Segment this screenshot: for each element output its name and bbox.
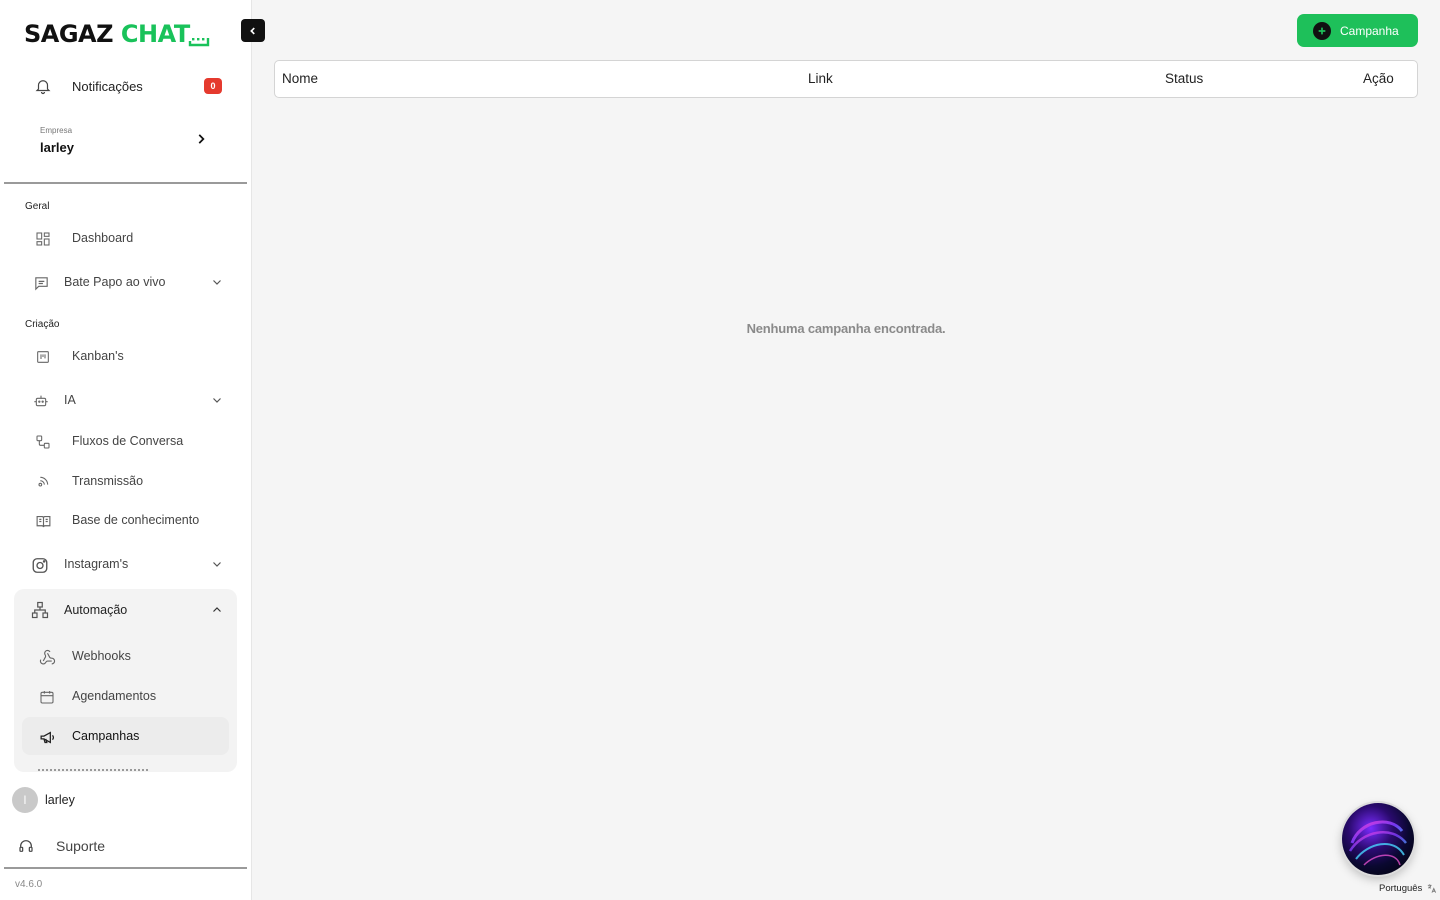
sidebar: SAGAZ CHAT Notificações 0 Empresa larley… [0, 0, 252, 900]
calendar-icon [38, 688, 56, 706]
bell-icon [35, 80, 51, 95]
support-label: Suporte [56, 838, 106, 854]
robot-icon [32, 392, 50, 410]
sidebar-item-campanhas[interactable]: Campanhas [22, 717, 229, 755]
column-header-link[interactable]: Link [808, 71, 833, 86]
instagram-icon [31, 556, 49, 574]
user-profile[interactable]: l larley [12, 787, 75, 813]
sidebar-item-label: Dashboard [72, 231, 134, 245]
assistant-orb-icon [1348, 820, 1407, 866]
grid-icon [34, 230, 52, 248]
empty-state-message: Nenhuma campanha encontrada. [746, 321, 946, 336]
company-name: larley [40, 140, 74, 155]
campaign-table-header: Nome Link Status Ação [274, 60, 1418, 98]
webhook-icon [38, 648, 56, 666]
column-header-acao[interactable]: Ação [1363, 71, 1394, 86]
chevron-right-icon [198, 134, 205, 144]
notifications-label: Notificações [72, 78, 143, 94]
chevron-down-icon [213, 398, 221, 403]
section-label-geral: Geral [25, 201, 50, 212]
sidebar-item-label: Webhooks [72, 649, 131, 663]
headset-icon [19, 840, 33, 852]
column-header-status[interactable]: Status [1165, 71, 1203, 86]
company-caption: Empresa [40, 126, 73, 135]
divider [4, 182, 247, 184]
book-icon [34, 512, 52, 530]
chevron-down-icon [213, 280, 221, 285]
notifications-badge: 0 [204, 78, 222, 94]
scroll-overflow-hint [38, 769, 148, 772]
translate-icon [1428, 884, 1437, 893]
language-selector[interactable]: Português [1379, 883, 1437, 894]
plus-circle-icon [1313, 22, 1331, 40]
broadcast-icon [34, 473, 52, 491]
chevron-up-icon [213, 607, 221, 612]
sidebar-item-fluxos[interactable]: Fluxos de Conversa [22, 422, 229, 460]
sidebar-item-label: Campanhas [72, 729, 140, 743]
sidebar-item-instagram[interactable]: Instagram's [22, 545, 229, 583]
sidebar-item-label: Bate Papo ao vivo [64, 275, 166, 289]
divider [4, 867, 247, 869]
add-campaign-label: Campanha [1340, 24, 1399, 38]
sidebar-item-label: Agendamentos [72, 689, 157, 703]
sidebar-item-label: Fluxos de Conversa [72, 434, 184, 448]
sidebar-item-label: Base de conhecimento [72, 513, 200, 527]
automacao-group: Automação Webhooks Agendamentos Campanha… [14, 589, 237, 772]
brand-logo: SAGAZ CHAT [24, 18, 210, 50]
sidebar-item-label: Instagram's [64, 557, 129, 571]
collapse-sidebar-button[interactable] [241, 19, 265, 42]
network-icon [31, 601, 49, 619]
kanban-icon [34, 348, 52, 366]
sidebar-item-automacao[interactable]: Automação [22, 591, 229, 629]
chevron-left-icon [250, 26, 255, 35]
section-label-criacao: Criação [25, 319, 60, 330]
megaphone-icon [38, 728, 56, 746]
chat-bubble-icon [188, 38, 209, 47]
avatar: l [12, 787, 38, 813]
brand-name: SAGAZ [24, 20, 114, 48]
sidebar-item-dashboard[interactable]: Dashboard [22, 219, 229, 257]
sidebar-item-transmissao[interactable]: Transmissão [22, 462, 229, 500]
chevron-down-icon [213, 562, 221, 567]
sidebar-item-kanban[interactable]: Kanban's [22, 337, 229, 375]
flow-icon [34, 433, 52, 451]
brand-accent: CHAT [120, 20, 190, 48]
version-label: v4.6.0 [15, 879, 43, 890]
support-link[interactable]: Suporte [18, 834, 105, 858]
assistant-orb-button[interactable] [1342, 803, 1414, 875]
sidebar-item-base[interactable]: Base de conhecimento [22, 501, 229, 539]
notifications-item[interactable]: Notificações 0 [24, 72, 230, 100]
sidebar-item-label: Automação [64, 603, 128, 617]
company-selector[interactable]: Empresa larley [24, 118, 224, 164]
sidebar-item-webhooks[interactable]: Webhooks [22, 637, 229, 675]
sidebar-item-ia[interactable]: IA [22, 381, 229, 419]
sidebar-item-label: IA [64, 393, 76, 407]
chat-icon [32, 274, 50, 292]
language-label: Português [1379, 883, 1423, 894]
sidebar-item-label: Kanban's [72, 349, 124, 363]
sidebar-item-agendamentos[interactable]: Agendamentos [22, 677, 229, 715]
column-header-nome[interactable]: Nome [282, 71, 318, 86]
add-campaign-button[interactable]: Campanha [1297, 14, 1418, 47]
sidebar-item-bate-papo[interactable]: Bate Papo ao vivo [22, 263, 229, 301]
user-name: larley [45, 793, 75, 807]
sidebar-item-label: Transmissão [72, 474, 144, 488]
